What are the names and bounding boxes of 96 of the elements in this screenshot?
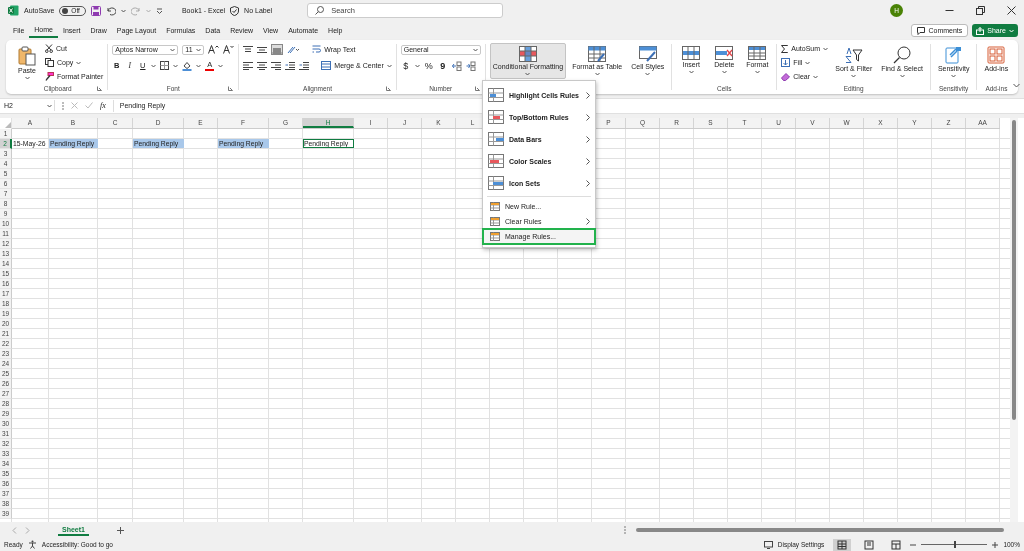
caret-icon — [813, 74, 819, 79]
caret-icon[interactable] — [120, 8, 126, 13]
clipboard-icon — [18, 45, 36, 66]
merge-icon — [321, 61, 332, 71]
increase-decimal-icon[interactable] — [451, 60, 462, 71]
grow-font-icon[interactable] — [208, 45, 220, 55]
cell-styles-icon — [638, 45, 657, 62]
check-icon[interactable] — [85, 102, 93, 110]
caret-icon — [851, 73, 857, 78]
brush-icon — [45, 72, 54, 82]
align-left-icon[interactable] — [243, 61, 254, 70]
caret-icon — [645, 71, 651, 76]
zoom-in-icon[interactable] — [992, 541, 999, 548]
align-top-icon[interactable] — [243, 45, 254, 54]
share-icon — [976, 26, 985, 35]
shrink-font-icon[interactable] — [223, 45, 235, 55]
rule-icon — [490, 232, 500, 241]
caret-icon — [805, 60, 811, 65]
rule-icon — [488, 88, 504, 102]
caret-icon — [24, 75, 30, 80]
tag-icon — [944, 45, 963, 64]
currency-button[interactable]: $ — [400, 60, 411, 71]
restore-icon[interactable] — [976, 6, 985, 16]
slider-thumb[interactable] — [954, 541, 957, 548]
app-icon — [8, 5, 19, 17]
vertical-scrollbar[interactable] — [1010, 117, 1018, 523]
display-settings-icon[interactable] — [763, 540, 773, 549]
rule-icon — [490, 217, 500, 226]
increase-indent-icon[interactable] — [299, 61, 310, 70]
align-middle-icon[interactable] — [257, 45, 268, 54]
rule-icon — [490, 202, 500, 211]
align-bottom-icon[interactable] — [271, 44, 284, 56]
comma-button[interactable]: 9 — [437, 60, 448, 71]
launcher-icon[interactable] — [97, 86, 103, 92]
align-right-icon[interactable] — [271, 61, 282, 70]
scissors-icon — [45, 44, 53, 54]
table-icon — [518, 45, 537, 62]
caret-icon[interactable] — [218, 63, 224, 68]
wrap-icon — [312, 45, 322, 55]
add-sheet-icon[interactable] — [116, 526, 124, 534]
caret-icon — [1009, 28, 1014, 33]
fill-down-icon — [781, 58, 791, 68]
caret-icon — [196, 47, 202, 52]
comment-icon — [917, 26, 926, 35]
eraser-icon — [781, 72, 791, 81]
caret-icon — [754, 69, 760, 74]
caret-icon — [76, 60, 82, 65]
caret-icon[interactable] — [173, 63, 179, 68]
borders-icon[interactable] — [160, 61, 170, 71]
caret-icon[interactable] — [196, 63, 202, 68]
caret-icon — [386, 63, 392, 68]
rule-icon — [488, 132, 504, 146]
search-icon — [315, 6, 325, 16]
accessibility-icon[interactable] — [27, 540, 37, 549]
grid-icon — [987, 45, 1006, 64]
caret-icon — [899, 73, 905, 78]
fill-color-icon[interactable] — [182, 60, 193, 71]
caret-icon — [170, 47, 176, 52]
caret-icon — [951, 73, 957, 78]
caret-icon — [472, 47, 478, 52]
align-center-icon[interactable] — [257, 61, 268, 70]
table-icon — [588, 45, 607, 62]
decrease-indent-icon[interactable] — [285, 61, 296, 70]
format-cells-icon — [748, 45, 767, 60]
normal-view-icon[interactable] — [833, 538, 852, 551]
caret-icon — [721, 69, 727, 74]
delete-cells-icon — [715, 45, 734, 60]
search-icon — [893, 45, 912, 64]
rule-icon — [488, 176, 504, 190]
launcher-icon[interactable] — [385, 86, 391, 92]
caret-icon — [47, 103, 52, 108]
caret-icon — [525, 71, 531, 76]
caret-icon[interactable] — [151, 63, 157, 68]
caret-icon — [594, 71, 600, 76]
collapse-ribbon-icon[interactable] — [1013, 82, 1021, 88]
sigma-icon — [781, 44, 789, 53]
rule-icon — [488, 110, 504, 124]
close-icon[interactable] — [1007, 6, 1016, 16]
save-icon[interactable] — [90, 5, 101, 16]
decrease-decimal-icon[interactable] — [465, 60, 476, 71]
shield-icon — [230, 5, 240, 16]
launcher-icon[interactable] — [228, 86, 234, 92]
zoom-out-icon[interactable] — [910, 541, 917, 548]
sort-filter-icon — [844, 45, 863, 64]
percent-button[interactable]: % — [423, 60, 434, 71]
copy-icon — [45, 58, 54, 68]
caret-icon[interactable] — [414, 63, 420, 68]
insert-cells-icon — [682, 45, 701, 60]
customize-icon[interactable] — [155, 7, 163, 14]
rule-icon — [488, 154, 504, 168]
orientation-icon[interactable] — [287, 45, 301, 54]
undo-icon[interactable] — [105, 5, 116, 16]
launcher-icon[interactable] — [474, 86, 480, 92]
caret-icon — [688, 69, 694, 74]
insert-function-button[interactable]: fx — [100, 101, 106, 111]
caret-icon — [823, 46, 829, 51]
